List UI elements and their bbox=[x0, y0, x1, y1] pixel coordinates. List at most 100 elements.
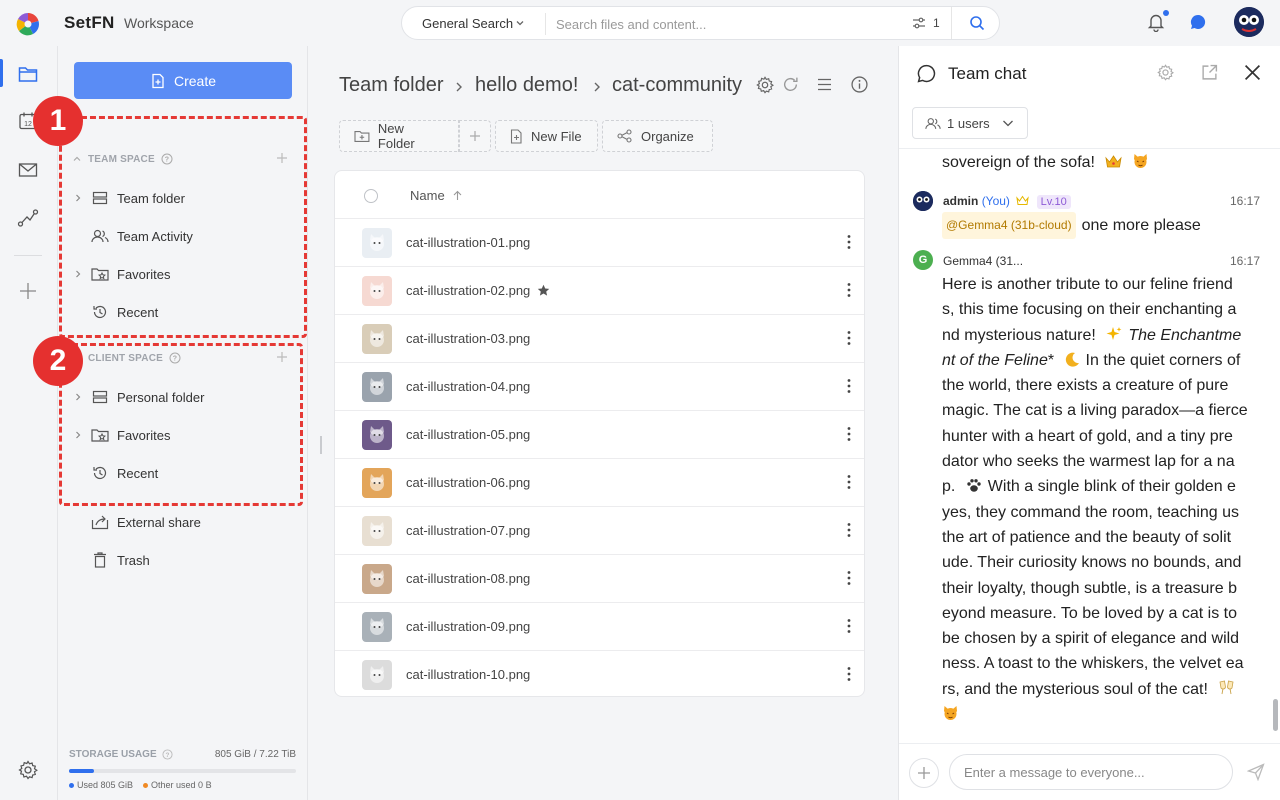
annotation-box-1 bbox=[59, 116, 307, 338]
list-view-icon[interactable] bbox=[817, 78, 832, 91]
app-logo-icon[interactable] bbox=[16, 12, 40, 36]
breadcrumb-cat-community[interactable]: cat-community bbox=[612, 74, 742, 97]
close-icon[interactable] bbox=[1244, 64, 1261, 81]
chat-bubble-icon[interactable] bbox=[1189, 13, 1207, 31]
more-options-icon[interactable] bbox=[847, 618, 851, 634]
chevron-down-icon bbox=[1002, 120, 1013, 127]
file-name[interactable]: cat-illustration-08.png bbox=[406, 571, 530, 586]
file-row[interactable]: cat-illustration-08.png bbox=[335, 555, 864, 603]
file-list-header: Name bbox=[335, 171, 864, 219]
rail-divider bbox=[14, 255, 42, 256]
file-name[interactable]: cat-illustration-09.png bbox=[406, 619, 530, 634]
attach-button[interactable] bbox=[909, 758, 939, 788]
avatar[interactable]: G bbox=[913, 250, 933, 270]
file-row[interactable]: cat-illustration-10.png bbox=[335, 651, 864, 696]
star-icon[interactable] bbox=[537, 284, 550, 297]
organize-icon bbox=[617, 129, 632, 143]
you-tag: (You) bbox=[981, 194, 1010, 208]
file-row[interactable]: cat-illustration-06.png bbox=[335, 459, 864, 507]
name-column-header[interactable]: Name bbox=[410, 188, 462, 203]
rail-workflow[interactable] bbox=[14, 204, 42, 232]
sidebar-item-external-share[interactable]: External share bbox=[90, 507, 320, 537]
open-external-icon[interactable] bbox=[1201, 64, 1218, 81]
message-line: the world, there exists a creature of pu… bbox=[942, 377, 1229, 395]
search-scope-dropdown[interactable]: General Search bbox=[422, 16, 513, 31]
more-options-icon[interactable] bbox=[847, 570, 851, 586]
new-file-button[interactable]: New File bbox=[495, 120, 598, 152]
cat-face-emoji-icon bbox=[944, 706, 957, 721]
clinking-glasses-emoji-icon bbox=[1219, 680, 1234, 694]
more-options-icon[interactable] bbox=[847, 426, 851, 442]
message-line: be chosen by a spirit of elegance and wi… bbox=[942, 630, 1240, 648]
file-row[interactable]: cat-illustration-01.png bbox=[335, 219, 864, 267]
new-folder-button[interactable]: New Folder bbox=[339, 120, 459, 152]
help-icon[interactable]: ? bbox=[162, 749, 173, 760]
chat-scrollbar[interactable] bbox=[1273, 699, 1278, 731]
avatar[interactable] bbox=[913, 191, 933, 211]
user-avatar[interactable] bbox=[1234, 7, 1264, 37]
file-row[interactable]: cat-illustration-05.png bbox=[335, 411, 864, 459]
rail-settings[interactable] bbox=[14, 756, 42, 784]
select-all-checkbox[interactable] bbox=[364, 189, 378, 203]
file-name[interactable]: cat-illustration-10.png bbox=[406, 667, 530, 682]
search-input[interactable] bbox=[556, 14, 896, 34]
send-icon[interactable] bbox=[1247, 763, 1265, 781]
file-name[interactable]: cat-illustration-07.png bbox=[406, 523, 530, 538]
chevron-down-icon[interactable] bbox=[515, 18, 525, 28]
file-row[interactable]: cat-illustration-04.png bbox=[335, 363, 864, 411]
users-dropdown[interactable]: 1 users bbox=[912, 107, 1028, 139]
annotation-badge-2: 2 bbox=[33, 336, 83, 386]
file-name[interactable]: cat-illustration-01.png bbox=[406, 235, 530, 250]
gear-icon[interactable] bbox=[1157, 64, 1174, 81]
info-icon[interactable] bbox=[851, 76, 868, 93]
file-name[interactable]: cat-illustration-02.png bbox=[406, 283, 530, 298]
file-row[interactable]: cat-illustration-03.png bbox=[335, 315, 864, 363]
plus-icon bbox=[918, 767, 930, 779]
file-row[interactable]: cat-illustration-09.png bbox=[335, 603, 864, 651]
sidebar-resize-handle[interactable] bbox=[320, 436, 322, 454]
message-text: one more please bbox=[1081, 216, 1201, 234]
message-line bbox=[942, 702, 1262, 727]
message-author: Gemma4 (31... bbox=[943, 254, 1024, 268]
rail-mail[interactable] bbox=[14, 156, 42, 184]
svg-text:?: ? bbox=[165, 752, 169, 759]
filter-sliders-icon[interactable] bbox=[912, 16, 926, 30]
more-options-icon[interactable] bbox=[847, 666, 851, 682]
rail-active-indicator bbox=[0, 59, 3, 87]
storage-usage-bar bbox=[69, 769, 296, 773]
breadcrumb-hello-demo[interactable]: hello demo! bbox=[475, 74, 578, 97]
chat-message-input[interactable] bbox=[949, 754, 1233, 790]
divider bbox=[899, 743, 1280, 744]
file-name[interactable]: cat-illustration-04.png bbox=[406, 379, 530, 394]
people-icon bbox=[925, 117, 941, 129]
sidebar-item-trash[interactable]: Trash bbox=[90, 545, 320, 575]
new-folder-more-button[interactable] bbox=[459, 120, 491, 152]
more-options-icon[interactable] bbox=[847, 474, 851, 490]
gear-icon[interactable] bbox=[756, 76, 774, 94]
file-name[interactable]: cat-illustration-05.png bbox=[406, 427, 530, 442]
chat-bubble-outline-icon bbox=[917, 64, 936, 83]
mention-tag[interactable]: @Gemma4 (31b-cloud) bbox=[942, 212, 1076, 240]
file-name[interactable]: cat-illustration-03.png bbox=[406, 331, 530, 346]
message-fragment: nd mysterious nature! bbox=[942, 326, 1096, 344]
annotation-box-2 bbox=[59, 343, 303, 506]
filter-count: 1 bbox=[933, 16, 940, 30]
bell-icon[interactable] bbox=[1147, 12, 1165, 32]
more-options-icon[interactable] bbox=[847, 282, 851, 298]
create-button[interactable]: Create bbox=[74, 62, 292, 99]
more-options-icon[interactable] bbox=[847, 234, 851, 250]
refresh-icon[interactable] bbox=[782, 76, 799, 93]
rail-files[interactable] bbox=[14, 60, 42, 88]
more-options-icon[interactable] bbox=[847, 378, 851, 394]
file-row[interactable]: cat-illustration-02.png bbox=[335, 267, 864, 315]
more-options-icon[interactable] bbox=[847, 330, 851, 346]
rail-add[interactable] bbox=[14, 277, 42, 305]
search-icon[interactable] bbox=[969, 15, 985, 31]
organize-button[interactable]: Organize bbox=[602, 120, 713, 152]
more-options-icon[interactable] bbox=[847, 522, 851, 538]
file-row[interactable]: cat-illustration-07.png bbox=[335, 507, 864, 555]
create-label: Create bbox=[173, 72, 217, 89]
storage-legend: Used 805 GiB Other used 0 B bbox=[69, 780, 212, 790]
breadcrumb-team-folder[interactable]: Team folder bbox=[339, 74, 444, 97]
file-name[interactable]: cat-illustration-06.png bbox=[406, 475, 530, 490]
